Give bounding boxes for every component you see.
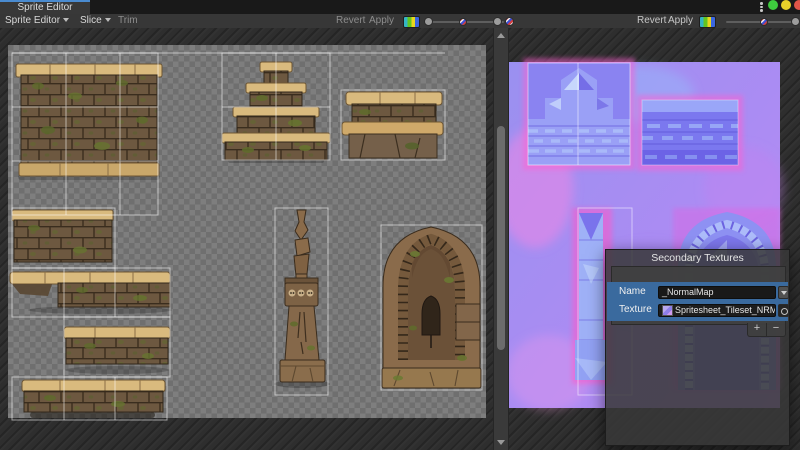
apply-button-left[interactable]: Apply xyxy=(369,14,394,28)
slice-label: Slice xyxy=(80,15,102,26)
unity-sprite-editor-window: { "tab": { "title": "Sprite Editor" }, "… xyxy=(0,0,800,450)
scrollbar-thumb[interactable] xyxy=(497,126,505,350)
sprite-editor-mode-label: Sprite Editor xyxy=(5,15,60,26)
list-footer: + − xyxy=(747,323,786,337)
sprite-platform-block[interactable] xyxy=(342,92,443,158)
add-secondary-texture-button[interactable]: + xyxy=(748,323,766,336)
nrm-wall-block xyxy=(637,95,743,171)
revert-button-left[interactable]: Revert xyxy=(336,14,365,28)
name-label: Name xyxy=(619,286,646,297)
mip-large-icon xyxy=(505,17,514,26)
mip-small-icon xyxy=(459,18,467,26)
secondary-textures-panel: Secondary Textures Name _NormalMap Textu… xyxy=(605,249,790,446)
window-control-yellow[interactable] xyxy=(781,0,791,10)
texture-object-field[interactable]: Spritesheet_Tileset_NRM xyxy=(658,304,776,317)
sprite-editor-mode-dropdown[interactable]: Sprite Editor xyxy=(5,14,69,28)
secondary-texture-entry[interactable]: Name _NormalMap Texture Spritesheet_Tile… xyxy=(607,282,788,321)
sprite-editor-toolbar: Sprite Editor Slice Trim Revert Apply Re… xyxy=(0,14,800,29)
panel-title: Secondary Textures xyxy=(606,252,789,264)
tab-bar: Sprite Editor xyxy=(0,0,800,14)
scroll-down-icon[interactable] xyxy=(497,440,505,445)
revert-button-right[interactable]: Revert xyxy=(637,14,666,28)
rgb-alpha-toggle-icon[interactable] xyxy=(403,16,420,28)
apply-button-right[interactable]: Apply xyxy=(668,14,693,28)
trim-button[interactable]: Trim xyxy=(118,14,138,28)
tab-title: Sprite Editor xyxy=(17,2,72,13)
mip-slider-handle[interactable] xyxy=(493,17,502,26)
spritesheet-image xyxy=(0,28,493,450)
slice-dropdown[interactable]: Slice xyxy=(80,14,111,28)
zoom-slider-handle-right[interactable] xyxy=(791,17,800,26)
texture-thumbnail xyxy=(662,305,673,316)
sprite-platform-bottom[interactable] xyxy=(22,380,165,418)
trim-label: Trim xyxy=(118,15,138,26)
chevron-down-icon xyxy=(105,18,111,22)
chevron-down-icon xyxy=(781,291,787,295)
vertical-scrollbar[interactable] xyxy=(493,28,509,450)
tab-sprite-editor[interactable]: Sprite Editor xyxy=(0,0,90,14)
spritesheet-canvas[interactable] xyxy=(0,28,493,450)
mip-small-icon xyxy=(760,18,768,26)
scroll-up-icon[interactable] xyxy=(497,33,505,38)
chevron-down-icon xyxy=(63,18,69,22)
window-control-red[interactable] xyxy=(794,0,800,10)
remove-secondary-texture-button[interactable]: − xyxy=(767,323,785,336)
nrm-stairs-wall-block xyxy=(523,58,635,170)
object-picker-button[interactable] xyxy=(778,304,789,317)
name-dropdown-button[interactable] xyxy=(778,286,789,299)
revert-label: Revert xyxy=(637,15,666,26)
sprite-arch-door[interactable] xyxy=(382,227,481,388)
rgb-alpha-toggle-icon[interactable] xyxy=(699,16,716,28)
texture-label: Texture xyxy=(619,304,652,315)
sprite-platform-medium[interactable] xyxy=(64,327,170,374)
name-dropdown-field[interactable]: _NormalMap xyxy=(658,286,776,299)
zoom-slider-handle[interactable] xyxy=(424,17,433,26)
sprite-pillar[interactable] xyxy=(274,210,330,388)
apply-label: Apply xyxy=(369,15,394,26)
apply-label: Apply xyxy=(668,15,693,26)
sprite-wall-small[interactable] xyxy=(12,210,113,262)
window-control-green[interactable] xyxy=(768,0,778,10)
more-options-icon[interactable] xyxy=(760,2,763,13)
revert-label: Revert xyxy=(336,15,365,26)
sprite-platform-long[interactable] xyxy=(10,272,172,314)
texture-object-name: Spritesheet_Tileset_NRM xyxy=(675,305,776,316)
object-picker-icon xyxy=(781,308,788,315)
sprite-wall-large[interactable] xyxy=(16,64,162,180)
